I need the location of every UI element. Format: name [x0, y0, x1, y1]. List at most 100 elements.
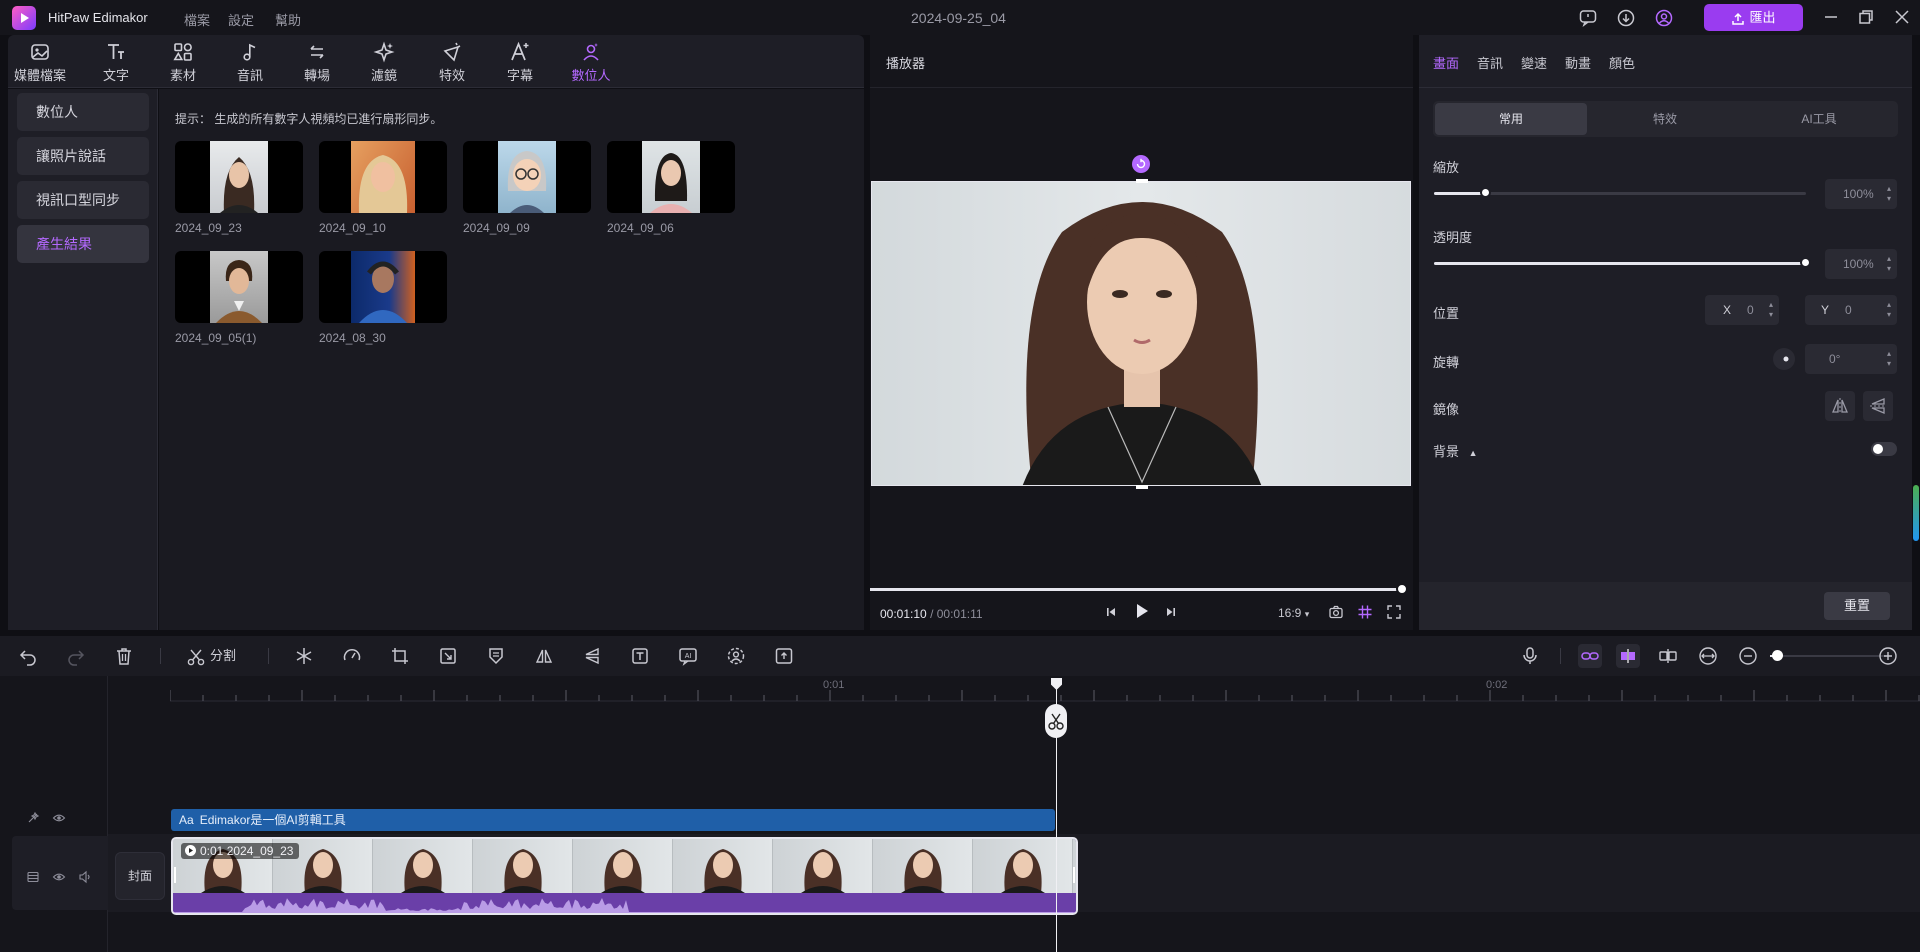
tab-audio[interactable]: 音訊 [1477, 53, 1503, 72]
subtab-effects[interactable]: 特效 [1589, 103, 1741, 135]
next-frame-icon[interactable] [1164, 605, 1178, 619]
tab-picture[interactable]: 畫面 [1433, 53, 1459, 72]
text-to-speech-icon[interactable] [630, 646, 650, 666]
rotate-dial-icon[interactable] [1773, 348, 1795, 370]
nav-results[interactable]: 產生結果 [17, 225, 149, 263]
minimize-icon[interactable] [1822, 8, 1840, 26]
video-clip[interactable]: 0:01 2024_09_23 [171, 837, 1078, 915]
track-mute-icon[interactable] [78, 870, 92, 884]
redo-icon[interactable] [66, 646, 86, 666]
zoom-slider[interactable] [1770, 655, 1886, 657]
magnet-icon[interactable] [1616, 644, 1640, 668]
clip-trim-handle-right[interactable] [1073, 867, 1075, 883]
menu-help[interactable]: 幫助 [275, 10, 301, 29]
video-track-visibility-icon[interactable] [52, 870, 66, 884]
subtab-common[interactable]: 常用 [1435, 103, 1587, 135]
undo-icon[interactable] [18, 646, 38, 666]
result-thumb[interactable] [463, 141, 591, 213]
nav-talking-photo[interactable]: 讓照片說話 [17, 137, 149, 175]
mask-icon[interactable] [486, 646, 506, 666]
clip-trim-handle-left[interactable] [174, 867, 176, 883]
resize-handle-top[interactable] [1136, 179, 1148, 183]
background-toggle[interactable] [1871, 442, 1897, 456]
preview-frame[interactable] [871, 181, 1411, 486]
nav-lip-sync[interactable]: 視訊口型同步 [17, 181, 149, 219]
stepper-icon[interactable]: ▴ ▾ [1887, 344, 1891, 369]
rotate-handle-icon[interactable] [1132, 155, 1150, 173]
resize-icon[interactable] [438, 646, 458, 666]
cover-button[interactable]: 封面 [115, 852, 165, 900]
text-track-visibility-icon[interactable] [52, 811, 66, 825]
zoom-in-icon[interactable] [1878, 646, 1898, 666]
export-clip-icon[interactable] [774, 646, 794, 666]
menu-file[interactable]: 檔案 [184, 10, 210, 29]
split-button[interactable]: 分割 [186, 646, 236, 666]
tool-effects[interactable]: 特效 [424, 41, 480, 84]
account-icon[interactable] [1654, 8, 1674, 28]
nav-digital-human[interactable]: 數位人 [17, 93, 149, 131]
subtab-ai-tools[interactable]: AI工具 [1743, 103, 1895, 135]
position-x-input[interactable]: X 0 ▴ ▾ [1705, 295, 1779, 325]
tool-filter[interactable]: 濾鏡 [356, 41, 412, 84]
tool-audio[interactable]: 音訊 [222, 41, 278, 84]
menu-settings[interactable]: 設定 [228, 10, 254, 29]
tool-digital-human[interactable]: 數位人 [563, 41, 619, 84]
background-label[interactable]: 背景 ▲ [1433, 441, 1478, 460]
position-y-input[interactable]: Y 0 ▴ ▾ [1805, 295, 1897, 325]
opacity-slider[interactable] [1434, 262, 1806, 265]
flip-vertical-icon[interactable] [1863, 391, 1893, 421]
track-lock-icon[interactable] [26, 870, 40, 884]
result-thumb[interactable] [175, 251, 303, 323]
ai-face-icon[interactable] [726, 646, 746, 666]
stepper-icon[interactable]: ▴ ▾ [1887, 295, 1891, 320]
opacity-input[interactable]: 100% ▴ ▾ [1825, 249, 1897, 279]
split-track-icon[interactable] [1658, 646, 1678, 666]
restore-icon[interactable] [1857, 8, 1875, 26]
zoom-out-icon[interactable] [1738, 646, 1758, 666]
grid-icon[interactable] [1357, 604, 1373, 620]
ai-caption-icon[interactable]: AI [678, 646, 698, 666]
play-icon[interactable] [1133, 602, 1151, 620]
link-icon[interactable] [1578, 644, 1602, 668]
fit-timeline-icon[interactable] [1698, 646, 1718, 666]
freeze-icon[interactable] [294, 646, 314, 666]
export-button[interactable]: 匯出 [1704, 4, 1803, 31]
speed-icon[interactable] [342, 646, 362, 666]
tool-assets[interactable]: 素材 [155, 41, 211, 84]
mirror-icon[interactable] [534, 646, 554, 666]
result-thumb[interactable] [607, 141, 735, 213]
scale-input[interactable]: 100% ▴ ▾ [1825, 179, 1897, 209]
download-icon[interactable] [1616, 8, 1636, 28]
stepper-icon[interactable]: ▴ ▾ [1887, 249, 1891, 274]
microphone-icon[interactable] [1520, 646, 1540, 666]
snapshot-icon[interactable] [1328, 604, 1344, 620]
fullscreen-icon[interactable] [1386, 604, 1402, 620]
playback-scrubber[interactable] [1395, 583, 1408, 595]
prev-frame-icon[interactable] [1104, 605, 1118, 619]
stepper-icon[interactable]: ▴ ▾ [1769, 295, 1773, 320]
opacity-slider-knob[interactable] [1800, 257, 1811, 268]
crop-icon[interactable] [390, 646, 410, 666]
scale-slider-knob[interactable] [1480, 187, 1492, 198]
text-track-effect-icon[interactable] [26, 811, 40, 825]
tab-animation[interactable]: 動畫 [1565, 53, 1591, 72]
close-icon[interactable] [1893, 8, 1911, 26]
tool-media[interactable]: 媒體檔案 [12, 41, 68, 84]
result-thumb[interactable] [319, 141, 447, 213]
tool-subtitle[interactable]: 字幕 [492, 41, 548, 84]
flip-icon[interactable] [582, 646, 602, 666]
tool-transition[interactable]: 轉場 [289, 41, 345, 84]
stepper-icon[interactable]: ▴ ▾ [1887, 179, 1891, 204]
feedback-icon[interactable] [1578, 8, 1598, 28]
resize-handle-bottom[interactable] [1136, 485, 1148, 489]
tab-speed[interactable]: 變速 [1521, 53, 1547, 72]
flip-horizontal-icon[interactable] [1825, 391, 1855, 421]
tool-text[interactable]: 文字 [88, 41, 144, 84]
panel-scroll-indicator[interactable] [1913, 485, 1919, 541]
aspect-select[interactable]: 16:9 ▾ [1278, 606, 1309, 620]
result-thumb[interactable] [319, 251, 447, 323]
delete-icon[interactable] [114, 646, 134, 666]
result-thumb[interactable] [175, 141, 303, 213]
text-clip[interactable]: Aa Edimakor是一個AI剪輯工具 [171, 809, 1055, 831]
playhead-split-button[interactable] [1045, 704, 1067, 738]
